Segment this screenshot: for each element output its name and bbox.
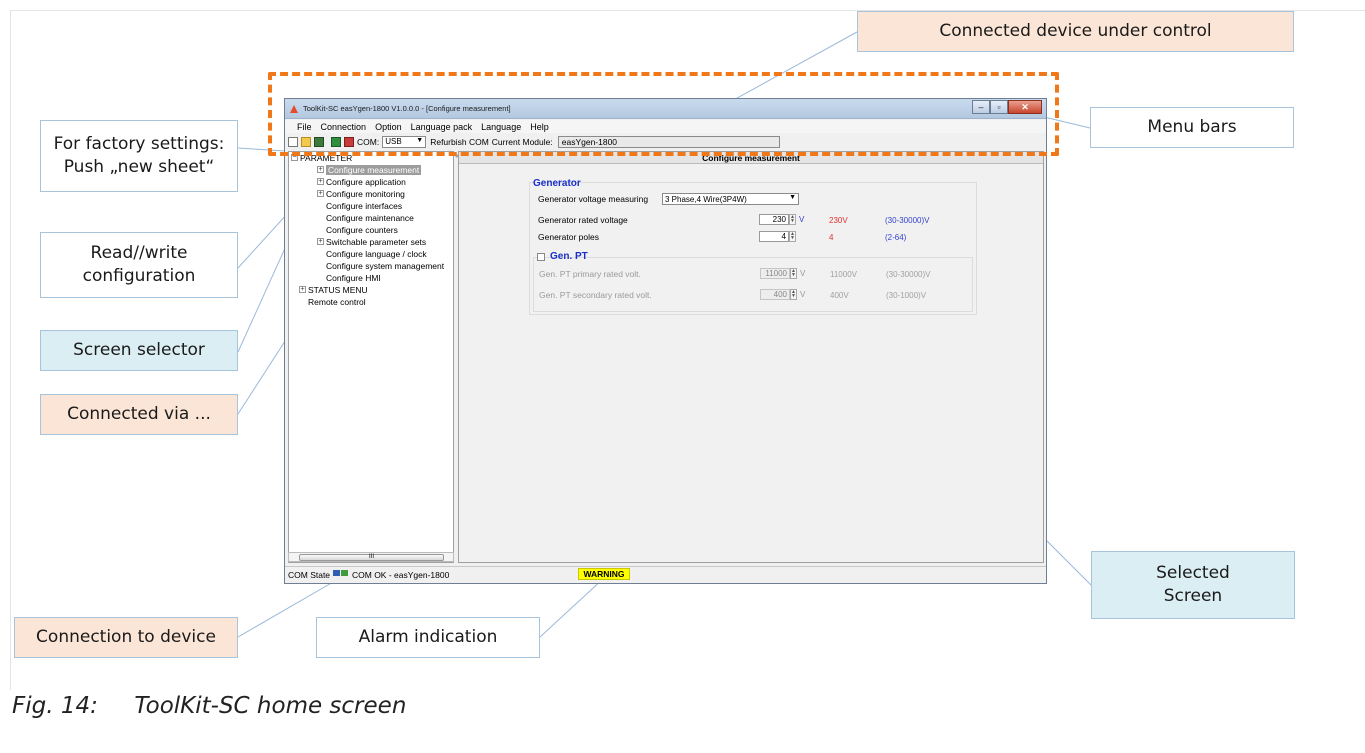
- callout-alarm-indication: Alarm indication: [316, 617, 540, 658]
- poles-range: (2-64): [885, 233, 907, 242]
- pt-primary-range: (30-30000)V: [886, 270, 931, 279]
- rated-voltage-current-value: 230V: [829, 216, 848, 225]
- tree-item-switchable-parameter-sets[interactable]: + Switchable parameter sets: [317, 236, 426, 247]
- callout-connected-via: Connected via ...: [40, 394, 238, 435]
- gen-pt-title: Gen. PT: [550, 251, 588, 262]
- voltage-measuring-label: Generator voltage measuring: [538, 194, 649, 204]
- rated-voltage-input[interactable]: 230: [759, 214, 789, 225]
- status-bar: COM State COM OK - easYgen-1800 WARNING: [285, 566, 1046, 583]
- rated-voltage-unit: V: [799, 215, 805, 224]
- tree-item-configure-monitoring[interactable]: + Configure monitoring: [317, 188, 405, 199]
- scrollbar-thumb[interactable]: III: [299, 554, 444, 561]
- voltage-measuring-select[interactable]: 3 Phase,4 Wire(3P4W) ▼: [662, 193, 799, 205]
- com-connection-icon: [333, 570, 348, 576]
- pt-primary-label: Gen. PT primary rated volt.: [539, 269, 641, 279]
- generator-group: Generator Generator voltage measuring 3 …: [529, 178, 977, 315]
- callout-read-write: Read//write configuration: [40, 232, 238, 298]
- tree-item-configure-application[interactable]: + Configure application: [317, 176, 406, 187]
- tree-item-configure-measurement[interactable]: + Configure measurement: [317, 164, 422, 175]
- tree-item-configure-language-clock[interactable]: Configure language / clock: [326, 248, 427, 259]
- tree-item-remote-control[interactable]: Remote control: [308, 296, 366, 307]
- expand-icon[interactable]: +: [317, 190, 324, 197]
- expand-icon[interactable]: +: [317, 178, 324, 185]
- screen-selector-tree: − PARAMETER + Configure measurement + Co…: [288, 151, 454, 563]
- callout-screen-selector: Screen selector: [40, 330, 238, 371]
- expand-icon[interactable]: +: [299, 286, 306, 293]
- toolkit-window: ToolKit-SC easYgen-1800 V1.0.0.0 - [Conf…: [284, 98, 1047, 584]
- expand-icon[interactable]: +: [317, 166, 324, 173]
- poles-current-value: 4: [829, 233, 834, 242]
- expand-icon[interactable]: +: [317, 238, 324, 245]
- tree-item-configure-system-management[interactable]: Configure system management: [326, 260, 444, 271]
- pt-secondary-spinner[interactable]: ▲ ▼: [790, 289, 797, 300]
- com-state-label: COM State: [288, 570, 331, 580]
- poles-spinner[interactable]: ▲ ▼: [789, 231, 796, 242]
- poles-label: Generator poles: [538, 232, 599, 242]
- tree-item-status-menu[interactable]: + STATUS MENU: [299, 284, 368, 295]
- com-state-value: COM OK - easYgen-1800: [352, 570, 450, 580]
- pt-secondary-range: (30-1000)V: [886, 291, 927, 300]
- gen-pt-checkbox[interactable]: [537, 253, 545, 261]
- pt-secondary-unit: V: [800, 290, 806, 299]
- selected-screen: Configure measurement Generator Generato…: [458, 151, 1044, 563]
- menu-bars-highlight: [268, 72, 1059, 156]
- pt-secondary-input[interactable]: 400: [760, 289, 790, 300]
- voltage-measuring-value: 3 Phase,4 Wire(3P4W): [665, 194, 747, 204]
- callout-factory-settings: For factory settings: Push „new sheet“: [40, 120, 238, 192]
- rated-voltage-range: (30-30000)V: [885, 216, 930, 225]
- tree-item-configure-interfaces[interactable]: Configure interfaces: [326, 200, 402, 211]
- pt-secondary-current-value: 400V: [830, 291, 849, 300]
- callout-menu-bars: Menu bars: [1090, 107, 1294, 148]
- pt-primary-unit: V: [800, 269, 806, 278]
- pt-primary-spinner[interactable]: ▲ ▼: [790, 268, 797, 279]
- tree-horizontal-scrollbar[interactable]: III: [288, 552, 454, 562]
- warning-indicator[interactable]: WARNING: [578, 568, 630, 580]
- chevron-down-icon: ▼: [789, 194, 796, 201]
- tree-item-configure-maintenance[interactable]: Configure maintenance: [326, 212, 414, 223]
- callout-connection-to-device: Connection to device: [14, 617, 238, 658]
- generator-title: Generator: [533, 178, 581, 189]
- tree-item-configure-hmi[interactable]: Configure HMI: [326, 272, 381, 283]
- pt-primary-current-value: 11000V: [830, 270, 857, 279]
- poles-input[interactable]: 4: [759, 231, 789, 242]
- callout-selected-screen: Selected Screen: [1091, 551, 1295, 619]
- figure-caption: Fig. 14: ToolKit-SC home screen: [12, 693, 407, 719]
- rated-voltage-label: Generator rated voltage: [538, 215, 628, 225]
- gen-pt-group: Gen. PT Gen. PT primary rated volt. 1100…: [533, 251, 973, 312]
- tree-item-configure-counters[interactable]: Configure counters: [326, 224, 398, 235]
- page-border: [10, 10, 11, 690]
- pt-secondary-label: Gen. PT secondary rated volt.: [539, 290, 652, 300]
- callout-connected-device: Connected device under control: [857, 11, 1294, 52]
- rated-voltage-spinner[interactable]: ▲ ▼: [789, 214, 796, 225]
- pt-primary-input[interactable]: 11000: [760, 268, 790, 279]
